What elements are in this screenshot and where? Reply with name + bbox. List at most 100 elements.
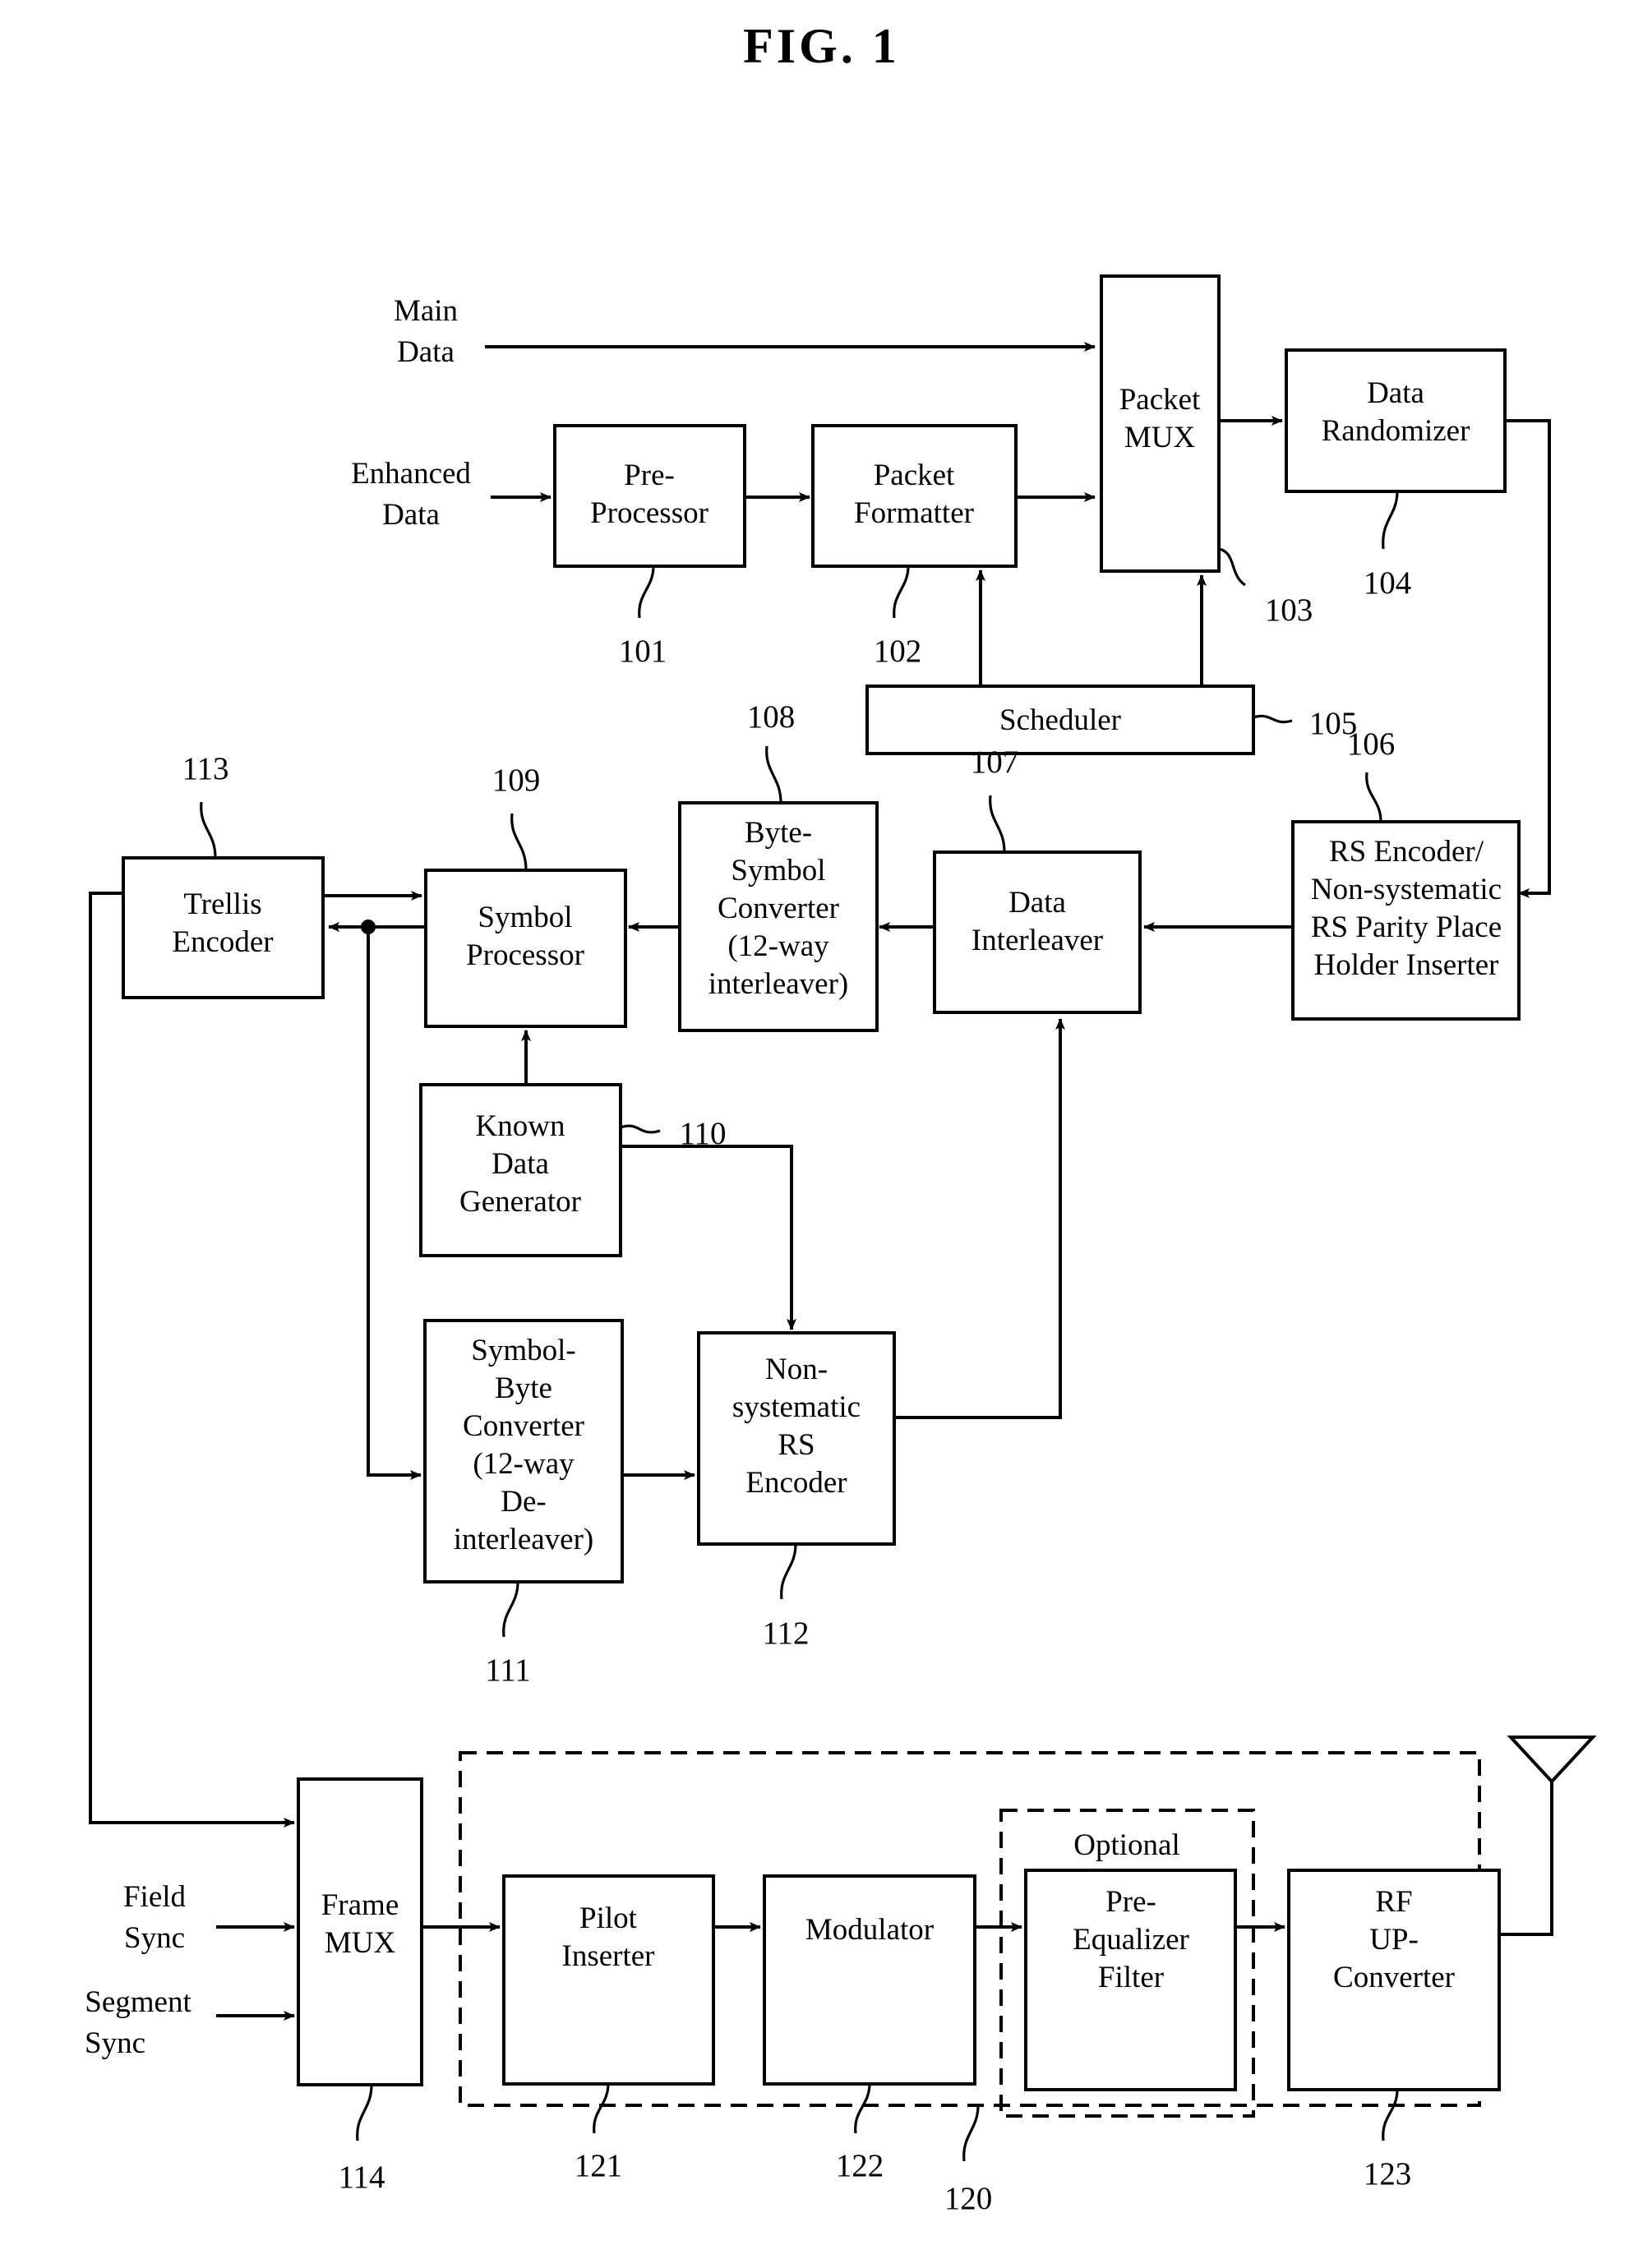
input-label-main-data-line1: Main: [394, 294, 458, 328]
leader-113: [200, 801, 217, 859]
block-label-pre-equalizer-line3: Filter: [1098, 1961, 1164, 1994]
connector-trellis-encoder-to-frame-mux: [89, 892, 295, 1828]
block-label-byte-symbol-line3: Converter: [718, 892, 839, 925]
block-label-rf-up-converter-line3: Converter: [1333, 1961, 1455, 1994]
block-label-data-randomizer-line2: Randomizer: [1322, 414, 1470, 448]
block-label-trellis-encoder-line1: Trellis: [183, 887, 261, 921]
block-label-packet-mux-line2: MUX: [1124, 421, 1196, 454]
block-label-byte-symbol-line4: (12-way: [727, 929, 829, 963]
block-label-pre-processor-line1: Pre-: [624, 459, 675, 492]
block-label-known-data-line3: Generator: [459, 1185, 581, 1219]
leader-101: [638, 565, 655, 619]
connector-known-data-to-nonsys-rs-encoder: [621, 1145, 796, 1330]
input-label-main-data-line2: Data: [397, 335, 455, 369]
block-label-packet-formatter-line1: Packet: [874, 459, 955, 492]
leader-121: [593, 2083, 610, 2134]
input-label-enhanced-data-line2: Data: [382, 498, 440, 532]
block-modulator[interactable]: [763, 1874, 976, 2086]
block-label-symbol-processor-line2: Processor: [466, 938, 584, 972]
block-label-modulator: Modulator: [805, 1913, 934, 1947]
input-label-enhanced-data-line1: Enhanced: [351, 457, 471, 491]
block-label-byte-symbol-line5: interleaver): [708, 967, 849, 1001]
input-label-field-sync-line2: Sync: [124, 1921, 185, 1955]
block-label-pre-equalizer-line2: Equalizer: [1073, 1923, 1189, 1957]
block-label-known-data-line1: Known: [476, 1109, 565, 1143]
block-label-scheduler: Scheduler: [999, 703, 1121, 737]
ref-109: 109: [492, 763, 541, 798]
ref-123: 123: [1364, 2156, 1412, 2192]
leader-105: [1253, 714, 1293, 724]
block-label-pilot-inserter-line2: Inserter: [562, 1939, 655, 1973]
block-label-symbol-byte-line4: (12-way: [473, 1447, 575, 1481]
block-label-rs-encoder-line3: RS Parity Place: [1311, 910, 1502, 944]
input-label-segment-sync-line2: Sync: [85, 2026, 145, 2060]
leader-108: [765, 745, 782, 804]
block-label-symbol-byte-line3: Converter: [463, 1409, 584, 1443]
patent-figure-page: FIG. 1 Main Data Enhanced Data Pre- Proc…: [0, 0, 1643, 2268]
block-label-rs-encoder-line1: RS Encoder/: [1329, 835, 1484, 869]
leader-103: [1218, 547, 1246, 587]
ref-106: 106: [1347, 726, 1396, 762]
block-label-byte-symbol-line2: Symbol: [731, 854, 825, 887]
leader-106: [1365, 772, 1382, 823]
ref-112: 112: [762, 1616, 809, 1651]
block-label-symbol-byte-line5: De-: [501, 1485, 546, 1519]
connector-symbol-processor-to-symbol-byte-converter: [367, 927, 422, 1480]
ref-114: 114: [338, 2160, 385, 2195]
ref-107: 107: [971, 744, 1019, 780]
block-label-nonsys-rs-line2: systematic: [732, 1390, 861, 1424]
ref-111: 111: [485, 1653, 531, 1688]
block-label-data-randomizer-line1: Data: [1367, 376, 1424, 410]
ref-121: 121: [575, 2148, 623, 2183]
input-label-segment-sync-line1: Segment: [85, 1985, 192, 2019]
leader-102: [893, 565, 910, 619]
ref-101: 101: [619, 634, 667, 669]
block-label-symbol-processor-line1: Symbol: [478, 901, 572, 934]
leader-110: [620, 1124, 661, 1134]
block-label-packet-mux-line1: Packet: [1119, 383, 1201, 417]
leader-123: [1382, 2089, 1399, 2141]
leader-114: [356, 2084, 373, 2141]
block-label-frame-mux-line1: Frame: [321, 1888, 399, 1922]
leader-107: [989, 795, 1006, 853]
block-label-rf-up-converter-line2: UP-: [1369, 1923, 1419, 1957]
ref-122: 122: [836, 2148, 884, 2183]
block-label-byte-symbol-line1: Byte-: [745, 816, 812, 850]
block-label-trellis-encoder-line2: Encoder: [172, 925, 273, 959]
block-label-symbol-byte-line6: interleaver): [454, 1523, 594, 1556]
ref-102: 102: [874, 634, 922, 669]
block-label-pilot-inserter-line1: Pilot: [579, 1902, 638, 1935]
block-label-nonsys-rs-line4: Encoder: [745, 1466, 847, 1500]
block-label-pre-equalizer-line1: Pre-: [1105, 1885, 1156, 1919]
block-label-rs-encoder-line4: Holder Inserter: [1314, 948, 1499, 982]
block-label-nonsys-rs-line3: RS: [778, 1428, 815, 1462]
connector-nonsys-rs-encoder-to-data-interleaver: [894, 1018, 1065, 1419]
ref-103: 103: [1265, 592, 1313, 628]
leader-109: [510, 813, 528, 871]
leader-111: [502, 1581, 519, 1638]
ref-104: 104: [1364, 565, 1412, 601]
ref-120: 120: [944, 2181, 993, 2216]
group-label-optional: Optional: [1073, 1828, 1179, 1862]
leader-112: [780, 1543, 797, 1600]
block-label-known-data-line2: Data: [492, 1147, 549, 1181]
block-label-symbol-byte-line2: Byte: [495, 1371, 552, 1405]
block-label-rf-up-converter-line1: RF: [1375, 1885, 1412, 1919]
block-label-data-interleaver-line2: Interleaver: [971, 924, 1103, 957]
ref-108: 108: [747, 699, 796, 735]
ref-113: 113: [182, 751, 228, 786]
block-label-nonsys-rs-line1: Non-: [765, 1353, 828, 1386]
block-label-frame-mux-line2: MUX: [325, 1926, 396, 1960]
leader-104: [1382, 491, 1399, 550]
block-label-packet-formatter-line2: Formatter: [854, 496, 974, 530]
leader-120: [962, 2104, 980, 2162]
block-diagram: Main Data Enhanced Data Pre- Processor 1…: [85, 274, 1597, 2216]
block-label-pre-processor-line2: Processor: [590, 496, 708, 530]
input-label-field-sync-line1: Field: [123, 1880, 187, 1914]
antenna-icon: [1507, 1736, 1597, 1784]
block-label-rs-encoder-line2: Non-systematic: [1311, 873, 1502, 906]
block-label-symbol-byte-line1: Symbol-: [471, 1334, 575, 1367]
leader-122: [854, 2083, 871, 2134]
connector-rf-up-converter-to-antenna: [1499, 1782, 1553, 1936]
block-label-data-interleaver-line1: Data: [1008, 886, 1066, 920]
